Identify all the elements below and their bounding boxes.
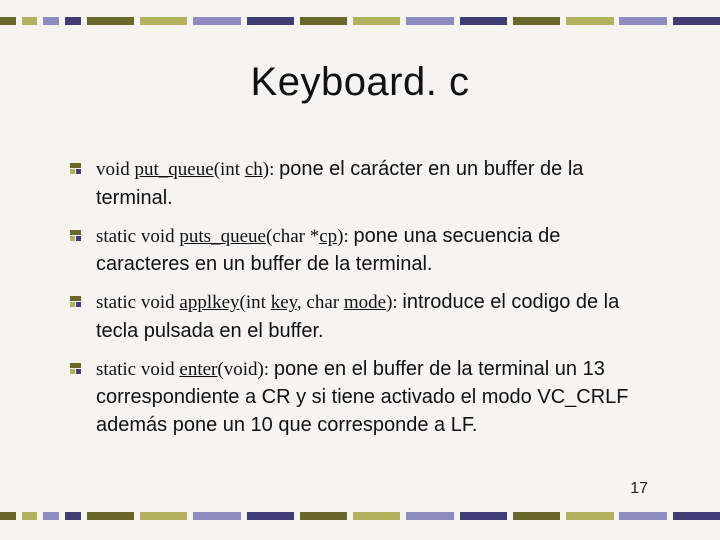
bullet-icon <box>70 296 81 307</box>
top-divider <box>0 17 720 25</box>
bullet-icon <box>70 363 81 374</box>
slide-title: Keyboard. c <box>0 60 720 105</box>
list-item: static void applkey(int key, char mode):… <box>92 288 640 345</box>
page-number: 17 <box>630 480 648 498</box>
list-item: static void enter(void): pone en el buff… <box>92 355 640 440</box>
code-signature: static void applkey(int key, char mode): <box>96 292 402 313</box>
code-signature: void put_queue(int ch): <box>96 159 279 180</box>
code-signature: static void puts_queue(char *cp): <box>96 226 354 247</box>
bullet-icon <box>70 163 81 174</box>
list-item: static void puts_queue(char *cp): pone u… <box>92 222 640 279</box>
code-signature: static void enter(void): <box>96 359 274 380</box>
bullet-icon <box>70 230 81 241</box>
slide-body: void put_queue(int ch): pone el carácter… <box>92 155 640 449</box>
list-item: void put_queue(int ch): pone el carácter… <box>92 155 640 212</box>
bottom-divider <box>0 512 720 520</box>
